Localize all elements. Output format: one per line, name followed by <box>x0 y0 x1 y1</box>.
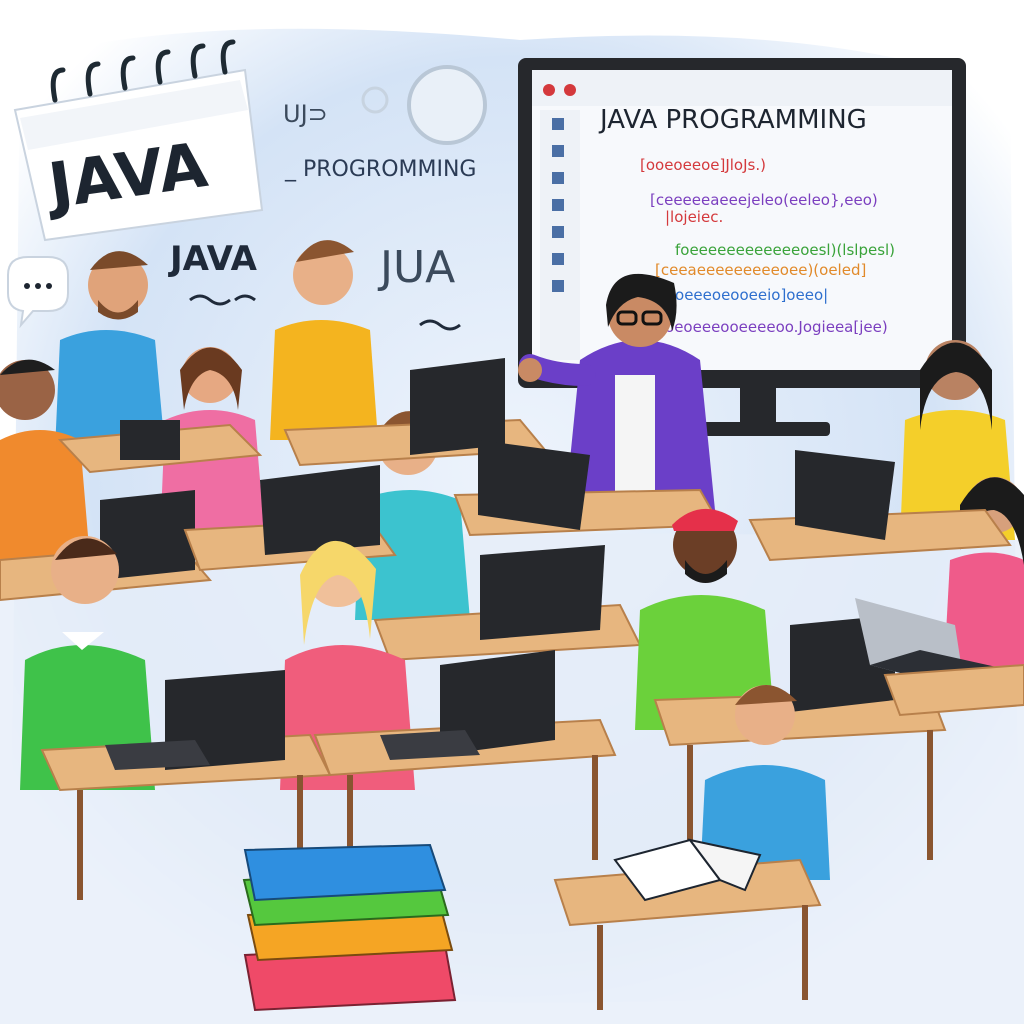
code-line: foeeeeeeeeeeeeoesl)(lslpesl) <box>675 241 895 259</box>
window-close-dot <box>543 84 555 96</box>
monitor-title: JAVA PROGRAMMING <box>598 105 867 135</box>
wall-text-programming: _ PROGROMMING <box>284 157 476 182</box>
code-line: [ooeoeeoe]JloJs.) <box>640 156 766 174</box>
circle-icon <box>407 65 487 145</box>
code-line: [ooeoeeeooeeeeoo.Jogieea[jee) <box>650 318 888 336</box>
code-line: |lojeiec. <box>665 208 723 226</box>
wall-text-uj: UJ⊃ <box>283 100 328 128</box>
wall-text-jua: JUA <box>377 242 455 293</box>
book-stack-icon <box>242 843 457 1012</box>
classroom-illustration: JAVA UJ⊃ _ PROGROMMING JAVA JUA JAVA PRO… <box>0 0 1024 1024</box>
code-line: [ceeaeeeeeeeeeoee)(oeled] <box>655 261 866 279</box>
code-line: [ooeeeoeooeeio]oeeo| <box>660 286 828 304</box>
window-dot <box>564 84 576 96</box>
code-line: [ceeeeeaeeejeleo(eeleo},eeo) <box>650 191 878 209</box>
wall-text-java: JAVA <box>168 239 258 279</box>
desk <box>883 663 1024 717</box>
